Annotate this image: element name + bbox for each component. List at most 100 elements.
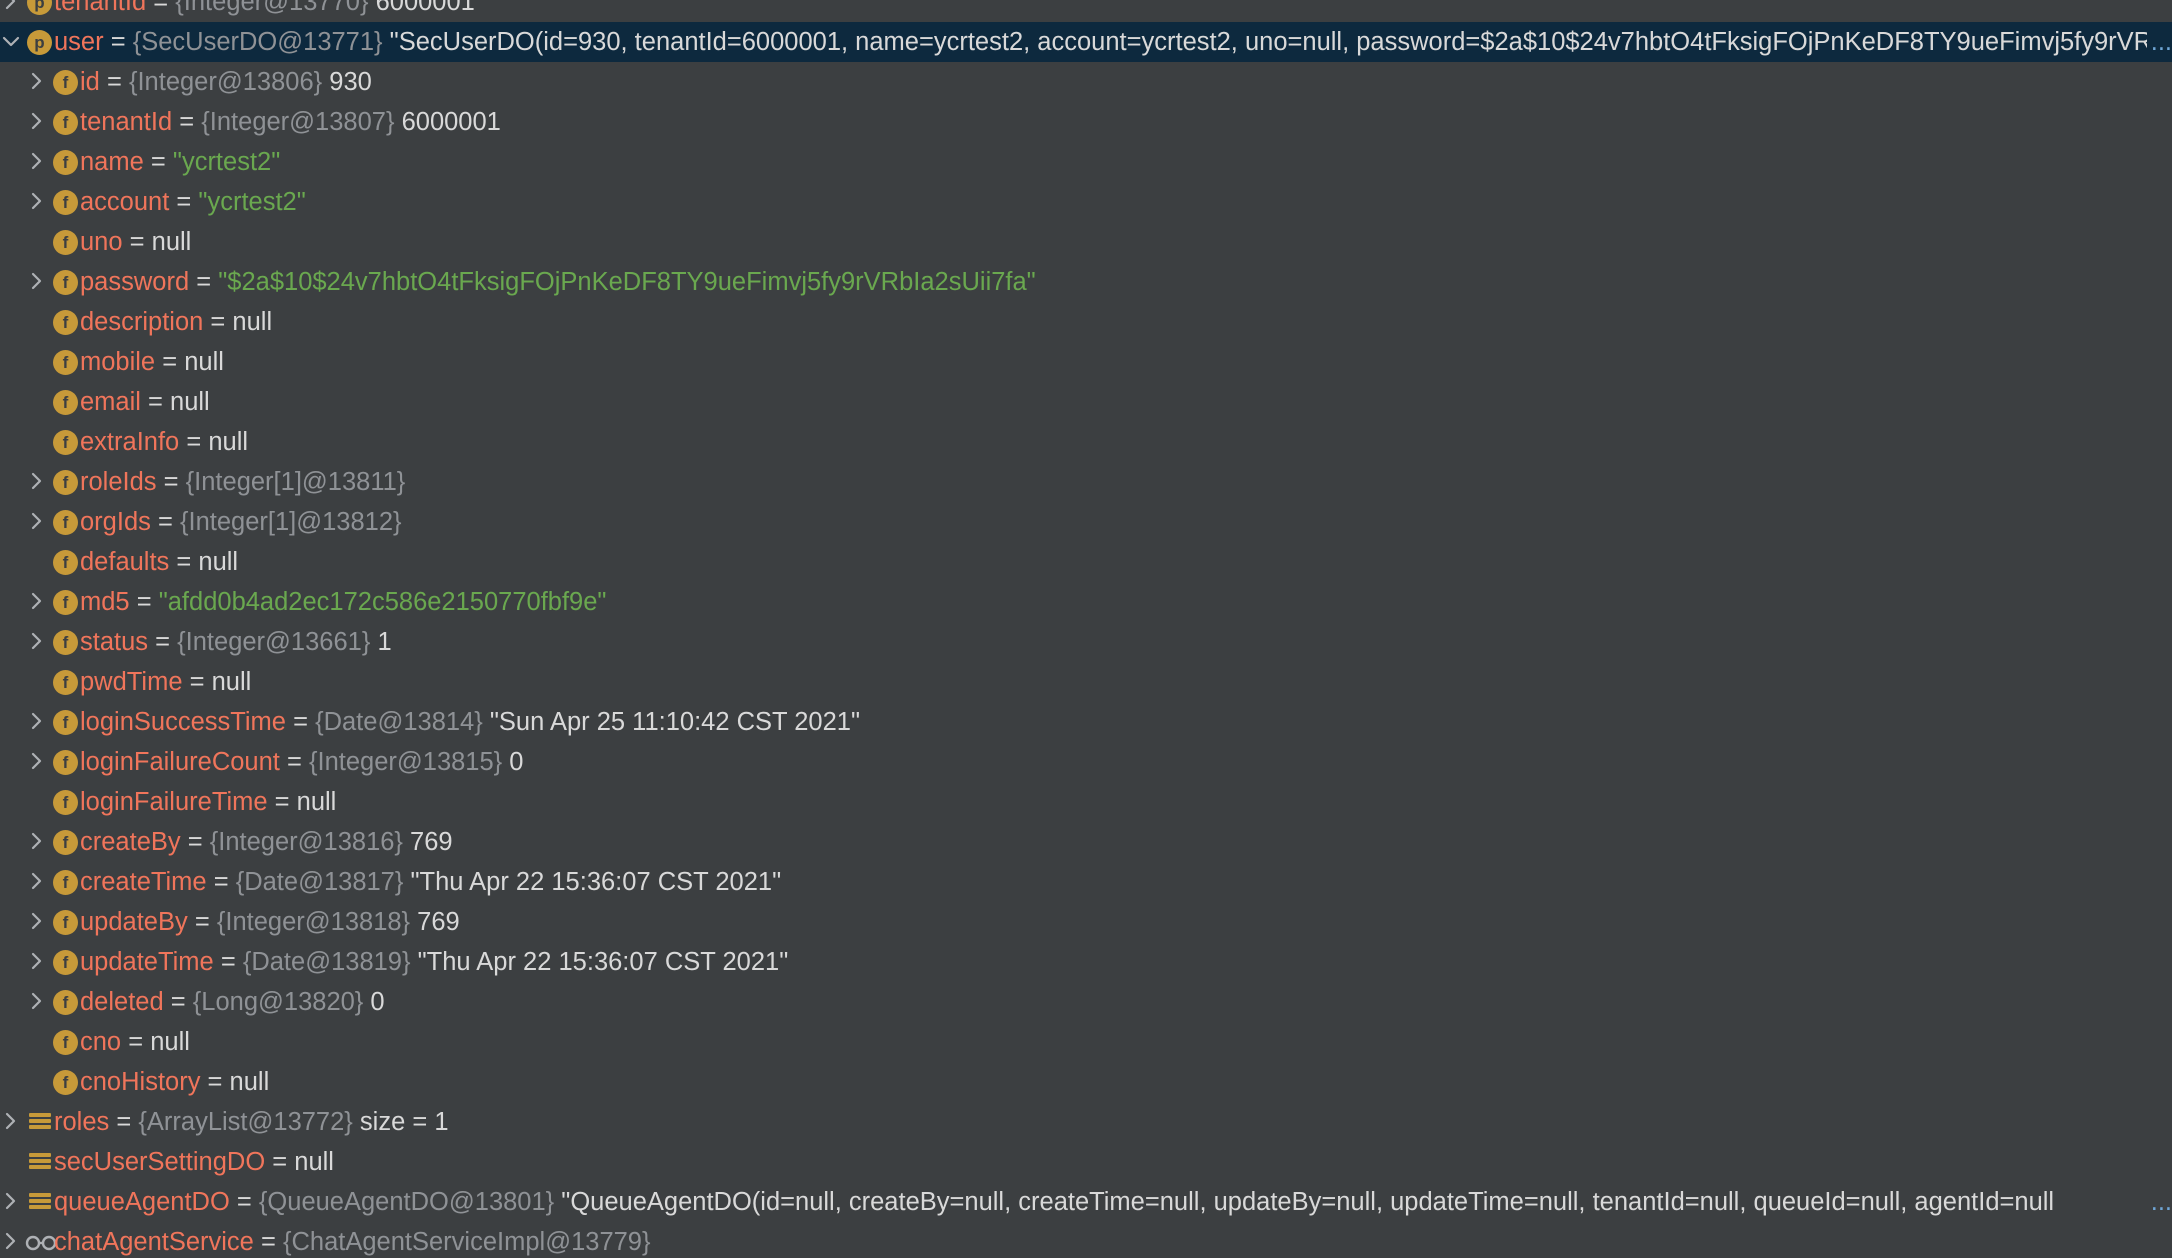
variable-row[interactable]: f defaults = null [0,542,2172,582]
variable-name: loginSuccessTime [80,708,286,736]
parameter-icon: p [27,30,52,55]
variable-row[interactable]: f account = "ycrtest2" [0,182,2172,222]
expand-arrow-icon[interactable] [26,702,48,742]
variable-row[interactable]: f uno = null [0,222,2172,262]
expand-arrow-icon[interactable] [26,822,48,862]
equals-sign: = [106,68,122,96]
variable-row[interactable]: f password = "$2a$10$24v7hbtO4tFksigFOjPn… [0,262,2172,302]
equals-sign: = [157,508,173,536]
variable-value: "$2a$10$24v7hbtO4tFksigFOjPnKeDF8TY9ueFi… [218,268,1036,296]
watch-glasses-icon [25,1231,57,1251]
variable-row[interactable]: p user = {SecUserDO@13771} "SecUserDO(id=… [0,22,2172,62]
equals-sign: = [272,1148,288,1176]
truncation-ellipsis[interactable]: ... [2146,1182,2172,1222]
variable-row[interactable]: f id = {Integer@13806} 930 [0,62,2172,102]
variable-type: {Date@13817} [235,868,404,896]
field-icon: f [53,70,78,95]
variable-type: {Integer@13770} [175,0,369,16]
truncation-ellipsis[interactable]: ... [2146,22,2172,62]
variable-name: cno [80,1028,122,1056]
variable-row[interactable]: chatAgentService = {ChatAgentServiceImpl… [0,1222,2172,1258]
variable-type: {Date@13819} [242,948,411,976]
variable-row[interactable]: f orgIds = {Integer[1]@13812} [0,502,2172,542]
variable-row[interactable]: secUserSettingDO = null [0,1142,2172,1182]
variable-row[interactable]: p tenantId = {Integer@13770} 6000001 [0,0,2172,22]
variable-name: secUserSettingDO [54,1148,266,1176]
variable-type: {Integer@13661} [177,628,371,656]
variable-value: "QueueAgentDO(id=null, createBy=null, cr… [561,1188,2055,1216]
variable-text: cno = null [80,1022,190,1062]
variable-value: "SecUserDO(id=930, tenantId=6000001, nam… [389,28,2172,56]
variable-row[interactable]: f loginFailureCount = {Integer@13815} 0 [0,742,2172,782]
expand-arrow-icon[interactable] [26,462,48,502]
expand-arrow-icon[interactable] [26,182,48,222]
variable-row[interactable]: f loginSuccessTime = {Date@13814} "Sun Ap… [0,702,2172,742]
variable-row[interactable]: f description = null [0,302,2172,342]
equals-sign: = [220,948,236,976]
expand-arrow-icon[interactable] [26,502,48,542]
variable-row[interactable]: f deleted = {Long@13820} 0 [0,982,2172,1022]
variable-text: id = {Integer@13806} 930 [80,62,372,102]
variable-name: loginFailureCount [80,748,280,776]
variable-text: name = "ycrtest2" [80,142,280,182]
expand-arrow-icon[interactable] [26,942,48,982]
variable-text: account = "ycrtest2" [80,182,306,222]
variable-name: createTime [80,868,207,896]
expand-arrow-icon[interactable] [26,102,48,142]
variable-row[interactable]: f status = {Integer@13661} 1 [0,622,2172,662]
variable-row[interactable]: f roleIds = {Integer[1]@13811} [0,462,2172,502]
field-icon: f [53,790,78,815]
field-icon: f [53,430,78,455]
collapse-arrow-icon[interactable] [0,22,22,62]
field-icon: f [53,1070,78,1095]
variable-row[interactable]: f mobile = null [0,342,2172,382]
variable-row[interactable]: f cno = null [0,1022,2172,1062]
variable-row[interactable]: f md5 = "afdd0b4ad2ec172c586e2150770fbf9e… [0,582,2172,622]
variable-text: createTime = {Date@13817} "Thu Apr 22 15… [80,862,781,902]
variable-row[interactable]: roles = {ArrayList@13772} size = 1 [0,1102,2172,1142]
variable-row[interactable]: f createTime = {Date@13817} "Thu Apr 22 1… [0,862,2172,902]
field-icon: f [53,670,78,695]
expand-arrow-icon[interactable] [26,742,48,782]
field-icon: f [53,630,78,655]
variable-row[interactable]: f loginFailureTime = null [0,782,2172,822]
variable-type: {Date@13814} [315,708,483,736]
variable-row[interactable]: f extraInfo = null [0,422,2172,462]
expand-arrow-icon[interactable] [26,862,48,902]
expand-arrow-icon[interactable] [26,582,48,622]
variable-text: loginFailureCount = {Integer@13815} 0 [80,742,523,782]
expand-arrow-icon[interactable] [0,0,22,22]
variable-value: "Thu Apr 22 15:36:07 CST 2021" [410,868,782,896]
variable-row[interactable]: f createBy = {Integer@13816} 769 [0,822,2172,862]
equals-sign: = [150,148,166,176]
variable-type: {QueueAgentDO@13801} [258,1188,555,1216]
expand-arrow-icon[interactable] [26,622,48,662]
expand-arrow-icon[interactable] [0,1222,22,1258]
equals-sign: = [153,0,169,16]
variable-value: null [208,428,249,456]
expand-arrow-icon[interactable] [26,262,48,302]
equals-sign: = [176,548,192,576]
variable-value: 6000001 [401,108,501,136]
variable-type: {Integer[1]@13812} [179,508,402,536]
variable-row[interactable]: f name = "ycrtest2" [0,142,2172,182]
variable-row[interactable]: f tenantId = {Integer@13807} 6000001 [0,102,2172,142]
variable-value: null [151,228,192,256]
expand-arrow-icon[interactable] [26,982,48,1022]
field-icon: f [53,350,78,375]
variable-name: md5 [80,588,130,616]
expand-arrow-icon[interactable] [26,62,48,102]
variable-row[interactable]: f email = null [0,382,2172,422]
expand-arrow-icon[interactable] [0,1182,22,1222]
expand-arrow-icon[interactable] [0,1102,22,1142]
field-icon: f [53,1030,78,1055]
variable-row[interactable]: f updateTime = {Date@13819} "Thu Apr 22 1… [0,942,2172,982]
expand-arrow-icon[interactable] [26,142,48,182]
variable-name: cnoHistory [80,1068,201,1096]
expand-arrow-icon[interactable] [26,902,48,942]
variable-row[interactable]: f pwdTime = null [0,662,2172,702]
variable-row[interactable]: queueAgentDO = {QueueAgentDO@13801} "Que… [0,1182,2172,1222]
variable-row[interactable]: f cnoHistory = null [0,1062,2172,1102]
variable-value: 930 [329,68,372,96]
variable-row[interactable]: f updateBy = {Integer@13818} 769 [0,902,2172,942]
